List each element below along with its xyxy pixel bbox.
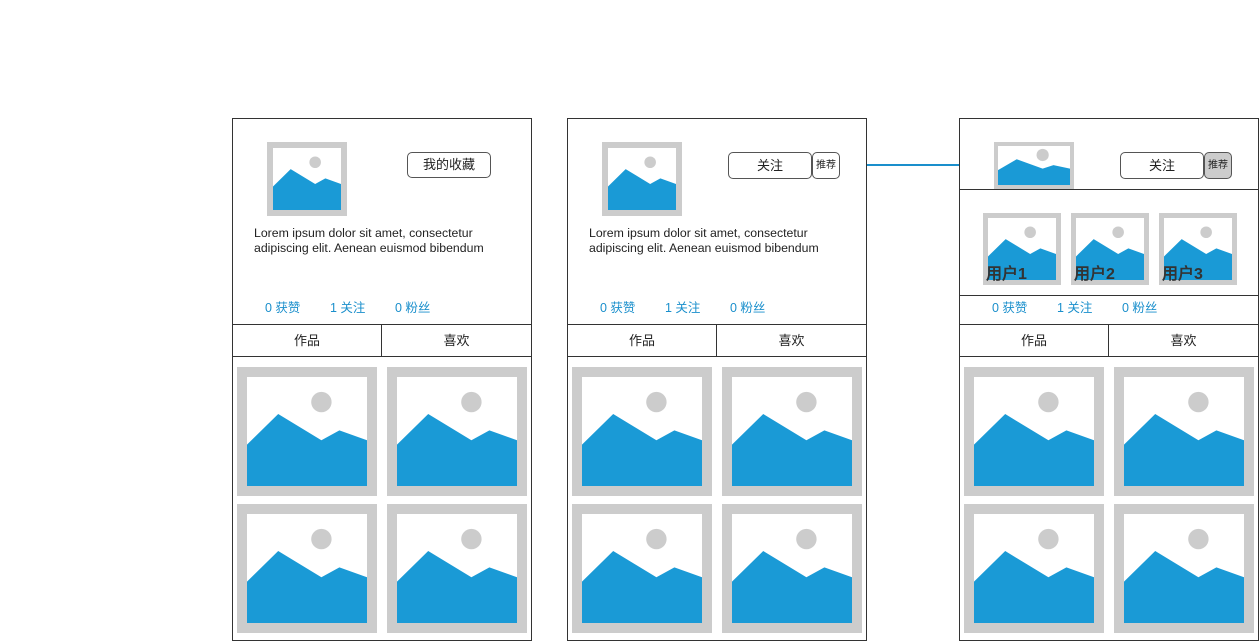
image-placeholder-icon: [572, 367, 712, 496]
work-thumbnail[interactable]: [1114, 367, 1254, 496]
stat-following[interactable]: 1 关注: [330, 297, 365, 316]
work-thumbnail[interactable]: [572, 367, 712, 496]
recommended-user-card[interactable]: 用户1: [983, 213, 1061, 285]
image-placeholder-icon: [722, 504, 862, 633]
image-placeholder-icon: [387, 367, 527, 496]
image-placeholder-icon: [572, 504, 712, 633]
work-thumbnail[interactable]: [722, 367, 862, 496]
avatar[interactable]: [994, 142, 1074, 189]
tab-likes[interactable]: 喜欢: [717, 325, 866, 356]
recommend-panel-bottom-border: [960, 295, 1258, 296]
recommend-button[interactable]: 推荐: [812, 152, 840, 179]
stat-following[interactable]: 1 关注: [665, 297, 700, 316]
recommended-user-name: 用户1: [986, 266, 1027, 283]
recommended-user-card[interactable]: 用户2: [1071, 213, 1149, 285]
work-thumbnail[interactable]: [237, 367, 377, 496]
stat-likes[interactable]: 0 获赞: [992, 297, 1027, 316]
work-thumbnail[interactable]: [387, 504, 527, 633]
image-placeholder-icon: [237, 504, 377, 633]
profile-panel-own: 我的收藏 Lorem ipsum dolor sit amet, consect…: [232, 118, 532, 641]
image-placeholder-icon: [994, 142, 1074, 189]
image-placeholder-icon: [267, 142, 347, 216]
work-thumbnail[interactable]: [572, 504, 712, 633]
tab-likes[interactable]: 喜欢: [1109, 325, 1258, 356]
favorites-button[interactable]: 我的收藏: [407, 152, 491, 178]
recommended-user-card[interactable]: 用户3: [1159, 213, 1237, 285]
work-thumbnail[interactable]: [237, 504, 377, 633]
image-placeholder-icon: [387, 504, 527, 633]
work-thumbnail[interactable]: [964, 504, 1104, 633]
profile-bio: Lorem ipsum dolor sit amet, consectetur …: [254, 226, 484, 255]
tab-likes[interactable]: 喜欢: [382, 325, 531, 356]
tab-works[interactable]: 作品: [233, 325, 382, 356]
work-thumbnail[interactable]: [1114, 504, 1254, 633]
stat-likes[interactable]: 0 获赞: [600, 297, 635, 316]
stat-fans[interactable]: 0 粉丝: [1122, 297, 1157, 316]
content-tabs: 作品 喜欢: [568, 324, 866, 357]
image-placeholder-icon: [602, 142, 682, 216]
follow-button[interactable]: 关注: [728, 152, 812, 179]
profile-panel-recommend-open: 关注 推荐 用户1 用户2 用户3 0 获赞 1 关注 0 粉丝 作品 喜欢: [959, 118, 1259, 641]
recommend-button[interactable]: 推荐: [1204, 152, 1232, 179]
image-placeholder-icon: [1114, 367, 1254, 496]
follow-button[interactable]: 关注: [1120, 152, 1204, 179]
content-tabs: 作品 喜欢: [960, 324, 1258, 357]
avatar[interactable]: [602, 142, 682, 216]
image-placeholder-icon: [964, 367, 1104, 496]
profile-panel-other: 关注 推荐 Lorem ipsum dolor sit amet, consec…: [567, 118, 867, 641]
recommend-panel-top-border: [960, 189, 1258, 190]
stat-following[interactable]: 1 关注: [1057, 297, 1092, 316]
work-thumbnail[interactable]: [964, 367, 1104, 496]
work-thumbnail[interactable]: [722, 504, 862, 633]
image-placeholder-icon: [964, 504, 1104, 633]
image-placeholder-icon: [237, 367, 377, 496]
work-thumbnail[interactable]: [387, 367, 527, 496]
stat-likes[interactable]: 0 获赞: [265, 297, 300, 316]
image-placeholder-icon: [1114, 504, 1254, 633]
recommended-user-name: 用户3: [1162, 266, 1203, 283]
content-tabs: 作品 喜欢: [233, 324, 531, 357]
stat-fans[interactable]: 0 粉丝: [730, 297, 765, 316]
tab-works[interactable]: 作品: [960, 325, 1109, 356]
stat-fans[interactable]: 0 粉丝: [395, 297, 430, 316]
profile-bio: Lorem ipsum dolor sit amet, consectetur …: [589, 226, 819, 255]
recommended-user-name: 用户2: [1074, 266, 1115, 283]
avatar[interactable]: [267, 142, 347, 216]
tab-works[interactable]: 作品: [568, 325, 717, 356]
image-placeholder-icon: [722, 367, 862, 496]
